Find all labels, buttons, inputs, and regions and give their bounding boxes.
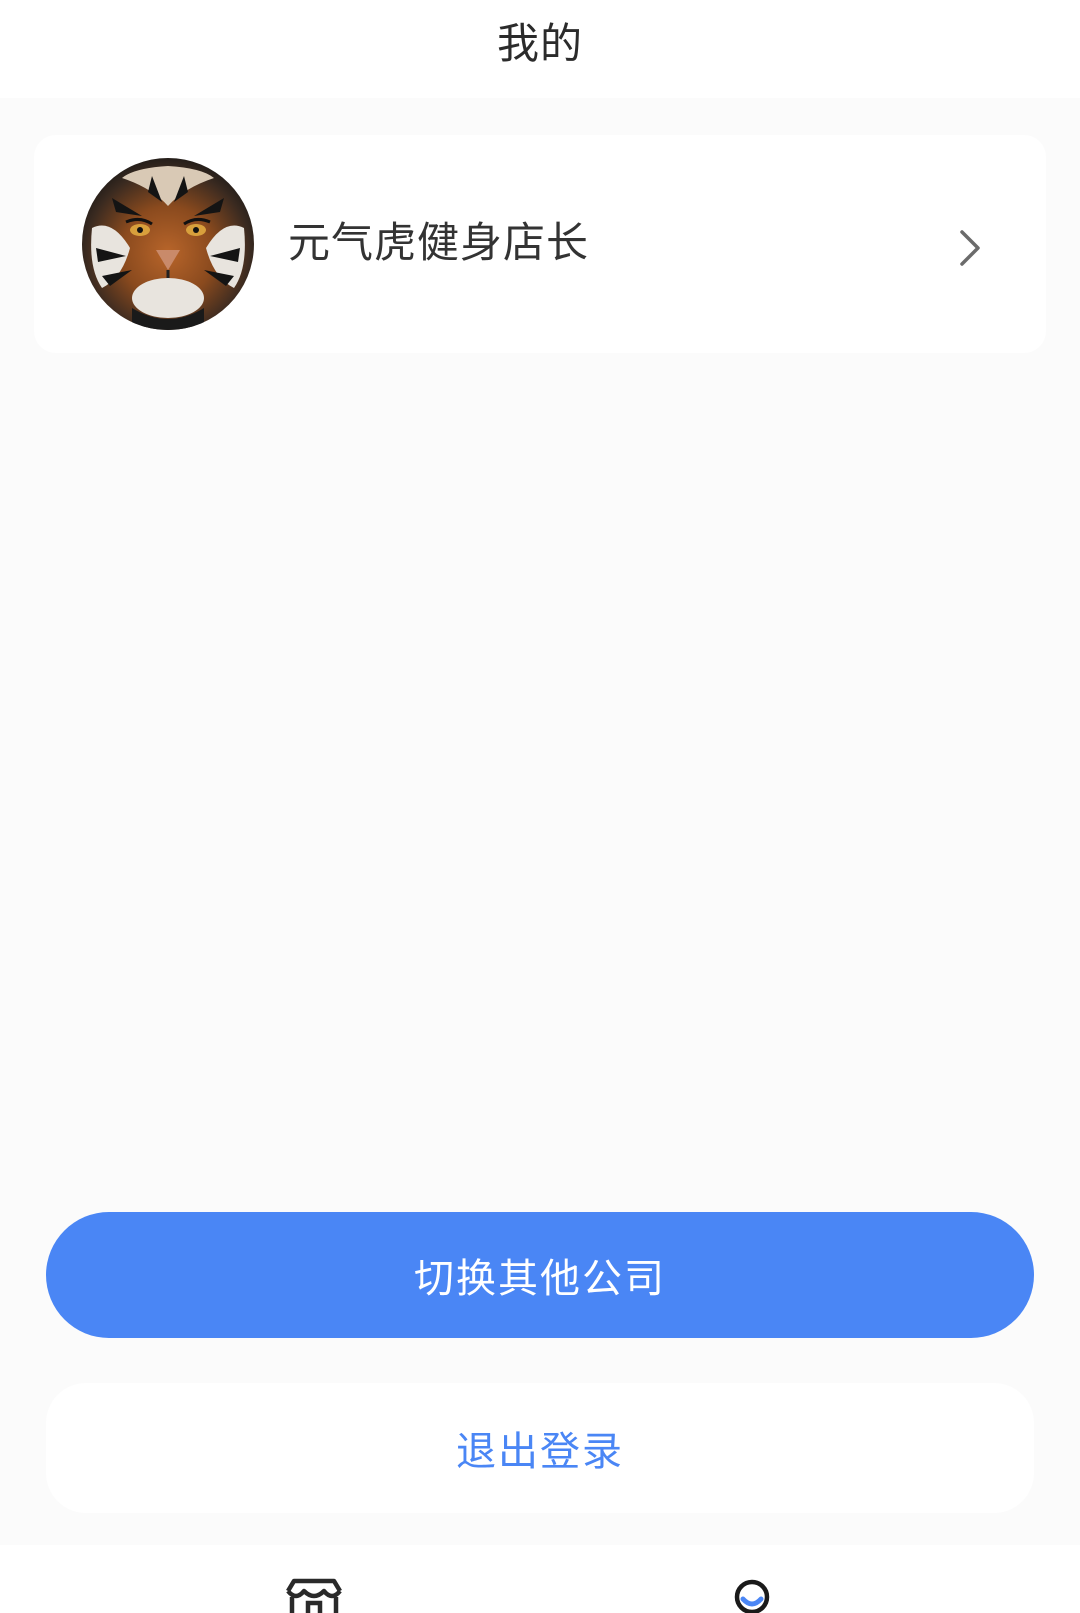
avatar[interactable] [82,158,254,330]
tab-mine[interactable] [702,1545,822,1613]
switch-company-button[interactable]: 切换其他公司 [46,1212,1034,1338]
store-icon [286,1578,342,1613]
bottom-tab-bar [0,1545,1080,1613]
tab-store[interactable] [254,1545,374,1613]
chevron-right-icon[interactable] [954,228,984,268]
profile-name: 元气虎健身店长 [288,218,590,267]
user-icon [734,1579,770,1613]
logout-button[interactable]: 退出登录 [46,1383,1034,1513]
top-bar: 我的 [0,0,1080,98]
tiger-avatar-icon [82,158,254,330]
page-title: 我的 [496,18,583,68]
profile-card[interactable]: 元气虎健身店长 [34,135,1046,353]
